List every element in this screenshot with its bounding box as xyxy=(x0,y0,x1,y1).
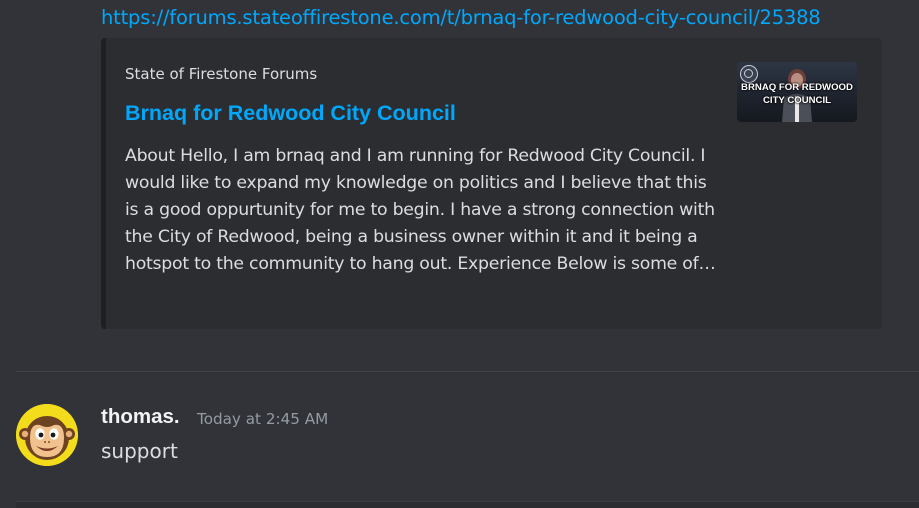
embed-accent-bar xyxy=(101,38,106,329)
next-message-edge xyxy=(16,501,919,508)
thumbnail-text: BRNAQ FOR REDWOOD CITY COUNCIL xyxy=(741,82,853,106)
embed-description: About Hello, I am brnaq and I am running… xyxy=(125,146,716,274)
message-timestamp: Today at 2:45 AM xyxy=(197,410,329,428)
message-username[interactable]: thomas. xyxy=(101,404,180,430)
link-embed: State of Firestone Forums Brnaq for Redw… xyxy=(101,38,882,329)
chat-view: https://forums.stateoffirestone.com/t/br… xyxy=(0,0,919,508)
embed-provider[interactable]: State of Firestone Forums xyxy=(125,65,317,83)
message-content: support xyxy=(101,439,178,463)
embed-thumbnail[interactable]: BRNAQ FOR REDWOOD CITY COUNCIL xyxy=(737,62,857,122)
message-divider xyxy=(16,371,919,372)
curious-george-avatar-icon xyxy=(16,404,78,466)
user-avatar[interactable] xyxy=(16,404,78,466)
embed-title[interactable]: Brnaq for Redwood City Council xyxy=(125,100,456,126)
forum-link[interactable]: https://forums.stateoffirestone.com/t/br… xyxy=(101,5,821,31)
